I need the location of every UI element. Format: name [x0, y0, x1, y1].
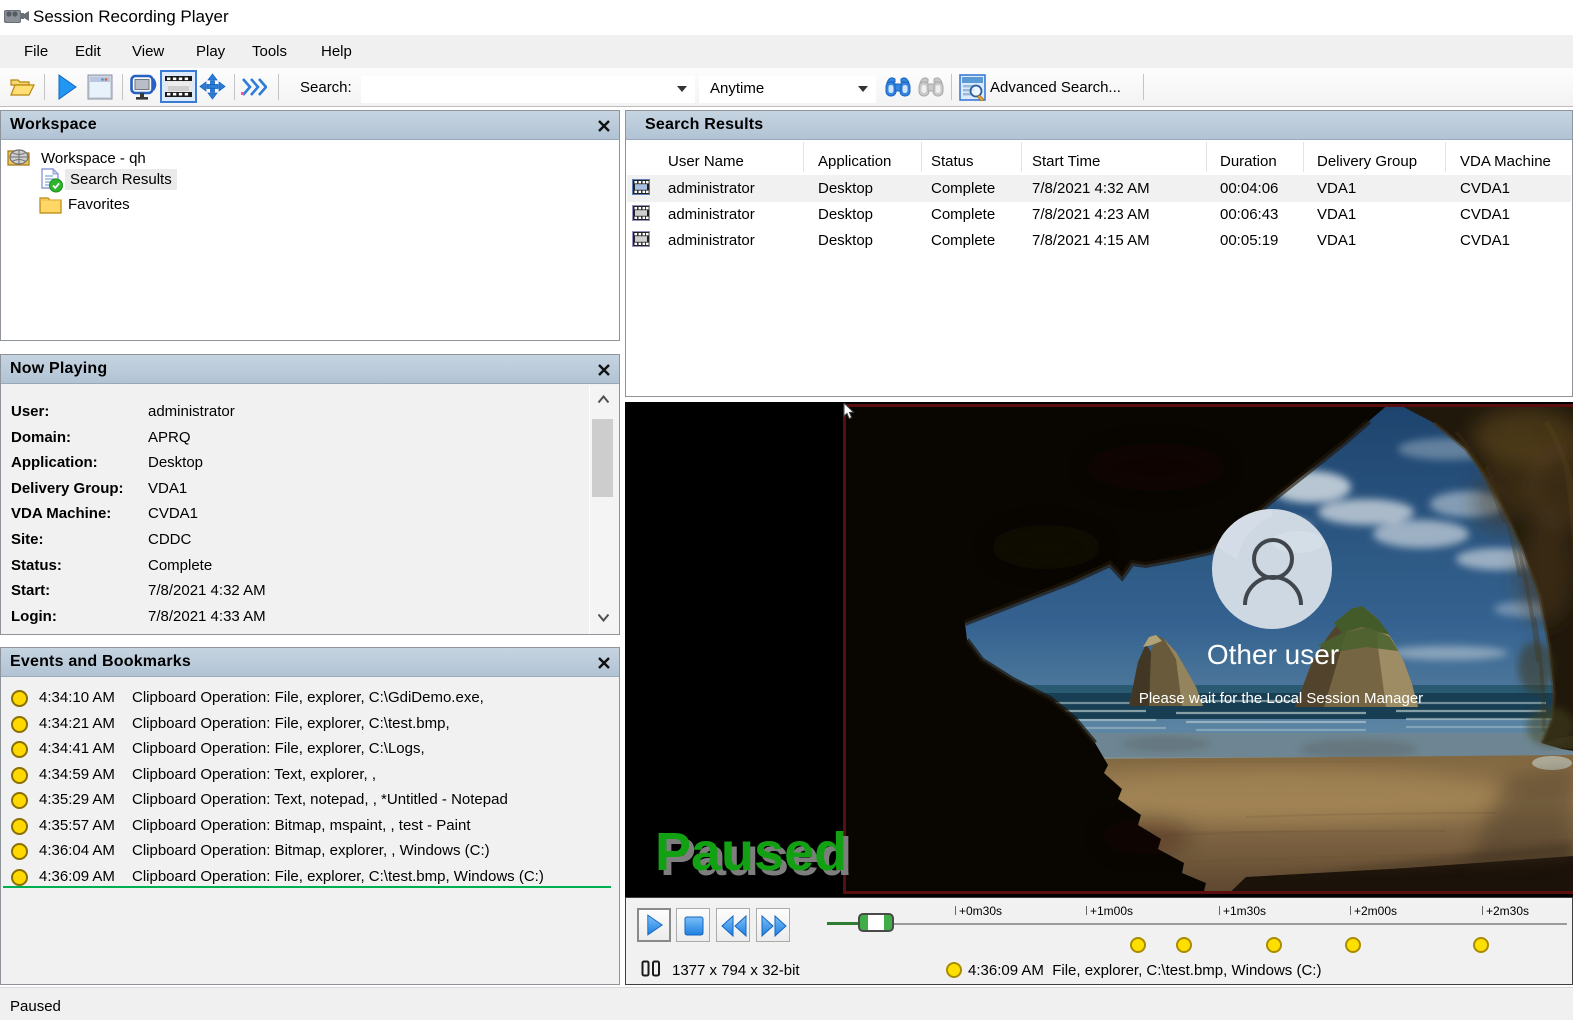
svg-text:Other user: Other user	[1207, 639, 1339, 670]
svg-text:Please wait for the Local Sess: Please wait for the Local Session Manage…	[1139, 690, 1423, 707]
